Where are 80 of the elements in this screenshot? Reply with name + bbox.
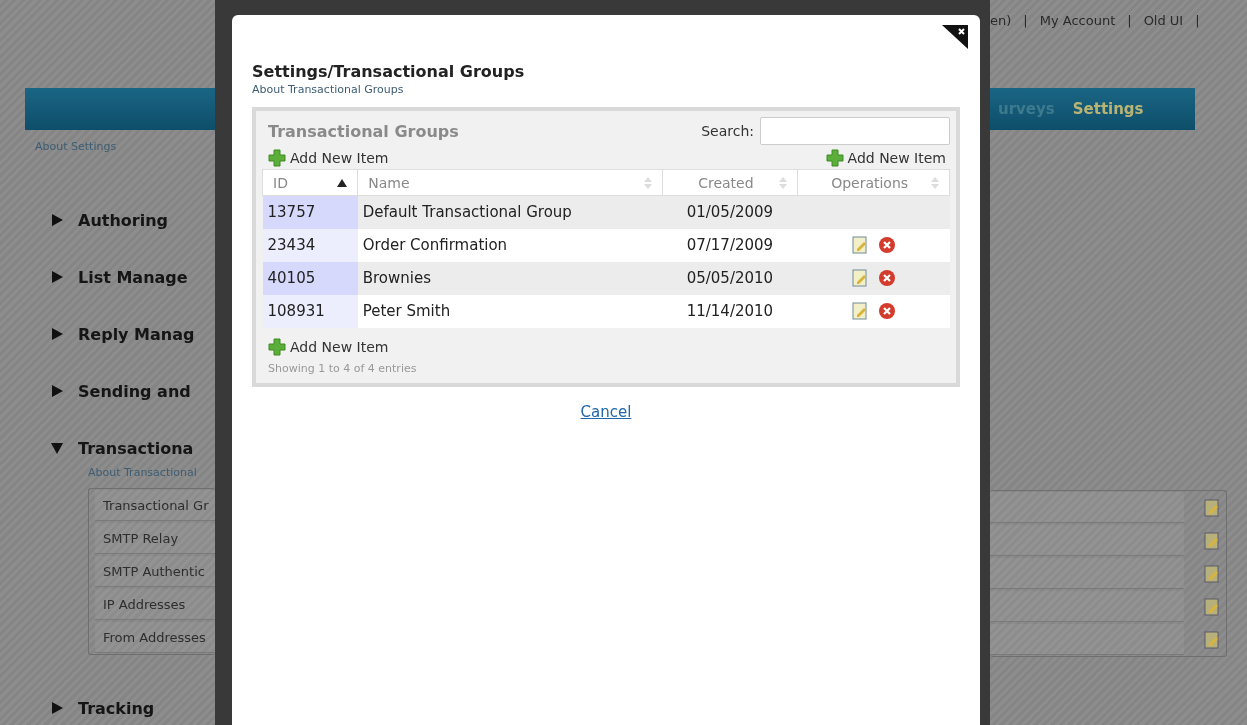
name-cell: Default Transactional Group bbox=[357, 195, 663, 229]
triangle-right-icon bbox=[50, 213, 64, 227]
panel-title: Transactional Groups bbox=[268, 121, 459, 141]
delete-icon bbox=[877, 269, 896, 287]
settings-item[interactable]: From Addresses bbox=[103, 629, 206, 645]
edit-button[interactable] bbox=[1204, 630, 1220, 649]
id-cell: 13757 bbox=[262, 195, 358, 229]
add-item-link[interactable]: Add New Item bbox=[268, 149, 389, 167]
close-button[interactable] bbox=[942, 23, 970, 51]
triangle-right-icon bbox=[50, 701, 64, 715]
header-link[interactable]: My Account bbox=[1039, 12, 1116, 28]
triangle-right-icon bbox=[50, 327, 64, 341]
date-cell: 05/05/2010 bbox=[662, 261, 798, 295]
entries-info: Showing 1 to 4 of 4 entries bbox=[267, 361, 418, 375]
edit-button[interactable] bbox=[1204, 564, 1220, 583]
delete-button[interactable] bbox=[877, 302, 896, 320]
delete-icon bbox=[877, 302, 896, 320]
edit-icon bbox=[1204, 564, 1220, 583]
plus-icon bbox=[268, 149, 286, 167]
id-cell: 108931 bbox=[262, 294, 358, 328]
column-header[interactable]: Created bbox=[662, 169, 798, 196]
delete-icon bbox=[877, 236, 896, 254]
id-cell: 40105 bbox=[262, 261, 358, 295]
cancel-link[interactable]: Cancel bbox=[580, 402, 632, 421]
search-label: Search: bbox=[701, 123, 754, 139]
section-heading[interactable]: Transactiona bbox=[78, 438, 194, 458]
edit-button[interactable] bbox=[851, 269, 868, 287]
name-cell: Order Confirmation bbox=[357, 228, 663, 262]
add-item-link[interactable]: Add New Item bbox=[268, 337, 389, 356]
edit-icon bbox=[1204, 630, 1220, 649]
section-heading[interactable]: Reply Manag bbox=[78, 324, 195, 344]
separator-text: | bbox=[1195, 12, 1200, 28]
add-item-link[interactable]: Add New Item bbox=[825, 149, 946, 167]
edit-icon bbox=[1204, 597, 1220, 616]
edit-button[interactable] bbox=[851, 236, 868, 254]
column-header[interactable]: Operations bbox=[797, 169, 950, 196]
edit-icon bbox=[851, 236, 868, 254]
section-heading[interactable]: Tracking bbox=[78, 698, 155, 718]
name-cell: Peter Smith bbox=[357, 294, 663, 328]
settings-item[interactable]: SMTP Relay bbox=[103, 530, 179, 546]
search-field[interactable] bbox=[760, 117, 950, 145]
nav-tab[interactable]: Settings bbox=[1072, 100, 1144, 118]
delete-button[interactable] bbox=[877, 269, 896, 287]
about-link[interactable]: About Transactional Groups bbox=[252, 83, 960, 97]
settings-item[interactable]: SMTP Authentic bbox=[103, 563, 205, 579]
date-cell: 11/14/2010 bbox=[662, 294, 798, 328]
id-cell: 23434 bbox=[262, 228, 358, 262]
settings-item[interactable]: Transactional Gr bbox=[103, 497, 209, 513]
date-cell: 07/17/2009 bbox=[662, 228, 798, 262]
plus-icon bbox=[825, 149, 844, 167]
edit-button[interactable] bbox=[1204, 498, 1220, 517]
column-header[interactable]: Name bbox=[357, 169, 663, 196]
edit-icon bbox=[851, 269, 868, 287]
section-heading[interactable]: List Manage bbox=[78, 267, 188, 287]
dialog-title: Settings/Transactional Groups bbox=[252, 63, 526, 81]
settings-item[interactable]: IP Addresses bbox=[103, 596, 186, 612]
triangle-right-icon bbox=[50, 384, 64, 398]
edit-icon bbox=[1204, 498, 1220, 517]
date-cell: 01/05/2009 bbox=[662, 195, 798, 229]
edit-button[interactable] bbox=[1204, 531, 1220, 550]
edit-icon bbox=[851, 302, 868, 320]
sort-both-icon bbox=[931, 176, 939, 189]
edit-button[interactable] bbox=[851, 302, 868, 320]
header-link[interactable]: en) bbox=[990, 12, 1012, 28]
sort-both-icon bbox=[643, 176, 652, 189]
edit-button[interactable] bbox=[1204, 597, 1220, 616]
delete-button[interactable] bbox=[877, 236, 896, 254]
triangle-right-icon bbox=[50, 270, 64, 284]
column-header[interactable]: ID bbox=[262, 169, 358, 196]
header-link[interactable]: Old UI bbox=[1143, 12, 1184, 28]
section-heading[interactable]: Sending and bbox=[78, 381, 191, 401]
name-cell: Brownies bbox=[357, 261, 663, 295]
sort-both-icon bbox=[779, 176, 788, 189]
separator-text: | bbox=[1023, 12, 1028, 28]
edit-icon bbox=[1204, 531, 1220, 550]
separator-text: | bbox=[1127, 12, 1132, 28]
sort-ascending-icon bbox=[337, 178, 348, 187]
plus-icon bbox=[268, 337, 286, 356]
triangle-down-icon bbox=[50, 441, 64, 455]
section-heading[interactable]: Authoring bbox=[78, 210, 169, 230]
